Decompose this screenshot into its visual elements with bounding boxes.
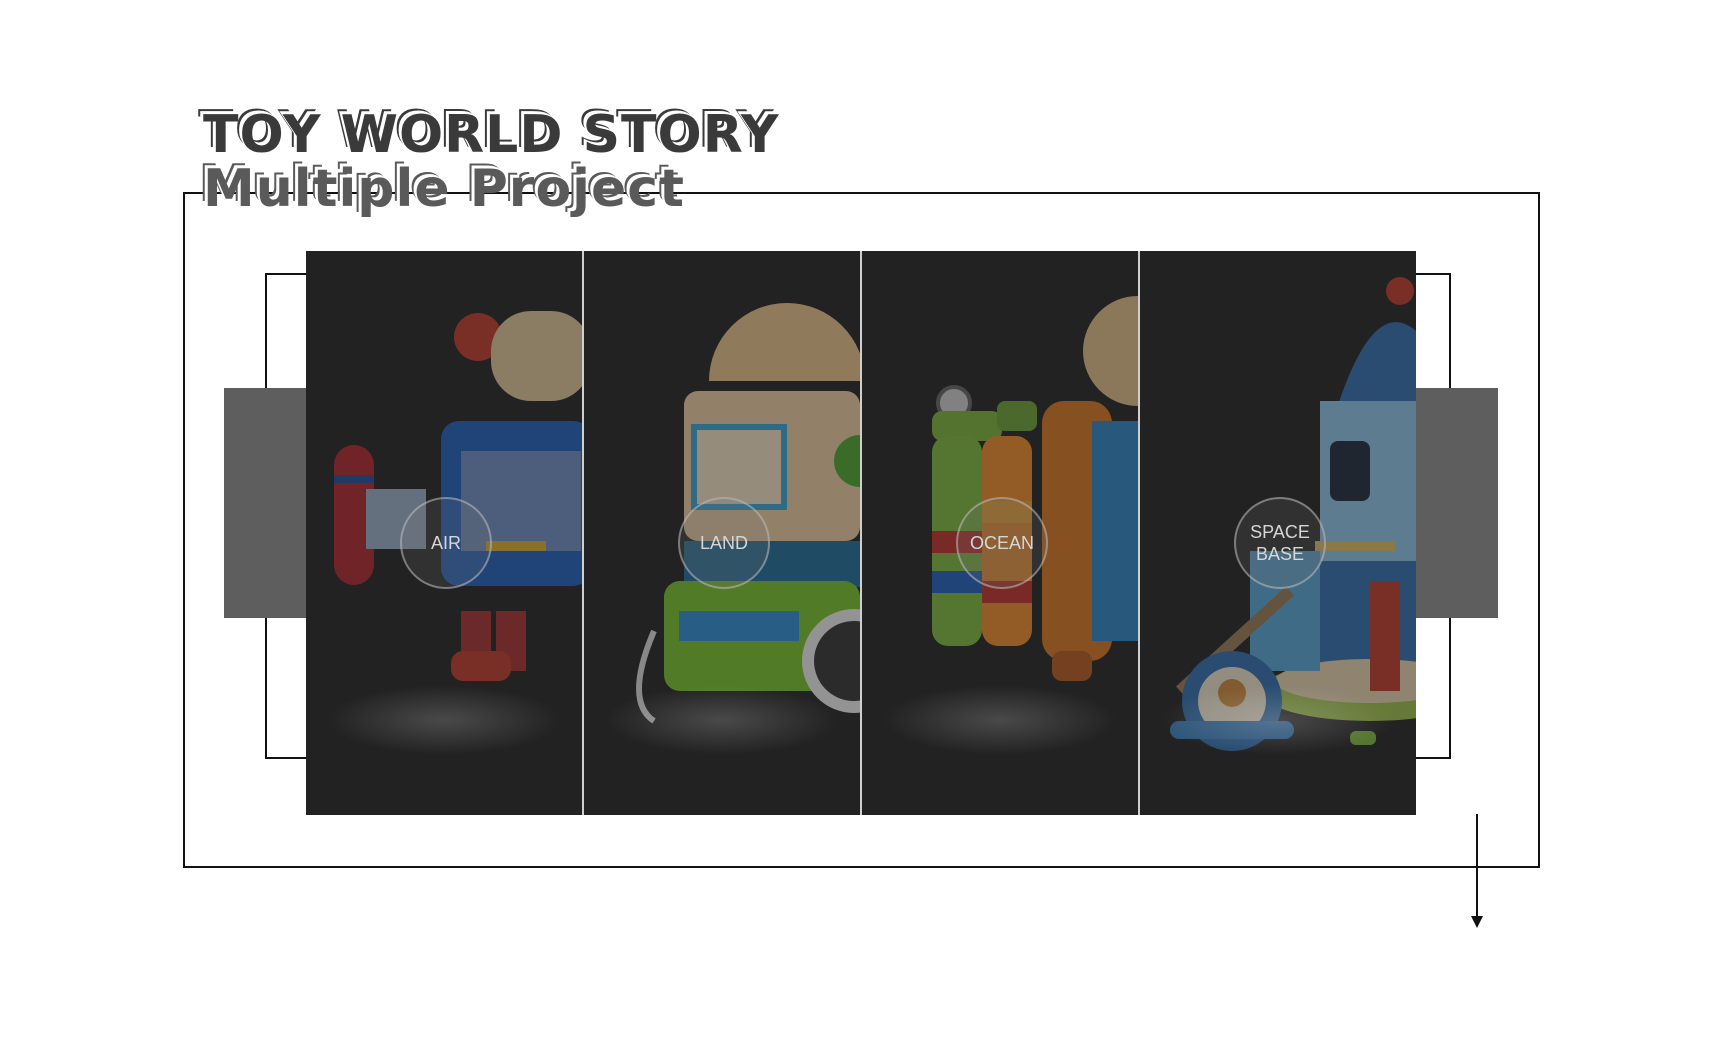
project-panel-air[interactable]: AIR — [306, 251, 584, 815]
page-title: TOY WORLD STORY — [203, 105, 780, 165]
page-title-block: TOY WORLD STORY Multiple Project — [203, 108, 780, 216]
project-label-space-base[interactable]: SPACE BASE — [1234, 497, 1326, 589]
project-panel-ocean[interactable]: OCEAN — [862, 251, 1140, 815]
left-side-block — [224, 388, 308, 618]
project-label-ocean[interactable]: OCEAN — [956, 497, 1048, 589]
page-subtitle: Multiple Project — [203, 159, 685, 219]
project-label-land[interactable]: LAND — [678, 497, 770, 589]
project-label-air[interactable]: AIR — [400, 497, 492, 589]
right-side-block — [1414, 388, 1498, 618]
project-panel-land[interactable]: LAND — [584, 251, 862, 815]
scroll-down-arrow-icon[interactable] — [1470, 814, 1484, 928]
project-panels: AIR LAND OCEAN SPACE BASE — [306, 251, 1416, 815]
project-panel-space-base[interactable]: SPACE BASE — [1140, 251, 1416, 815]
